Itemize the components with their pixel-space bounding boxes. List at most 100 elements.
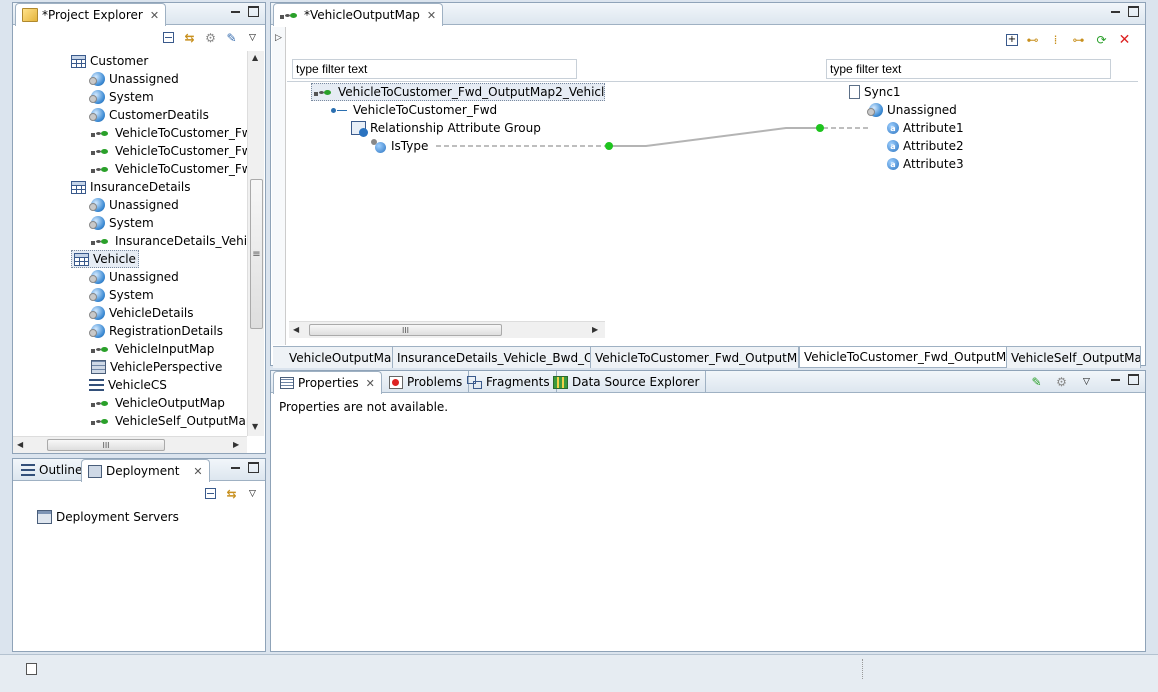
filter-icon[interactable]: ⚙ (1053, 373, 1070, 390)
target-item-label: Attribute2 (903, 139, 964, 153)
window-buttons (230, 462, 259, 473)
project-tree-vscrollbar[interactable]: ▲ ≡ ▼ (247, 51, 264, 436)
page-tab[interactable]: VehicleToCustomer_Fwd_OutputMa... (591, 347, 799, 368)
filter-icon[interactable]: ⚙ (202, 29, 219, 46)
map-icon (91, 127, 111, 139)
tree-item[interactable]: VehicleSelf_OutputMap (91, 412, 247, 430)
perspective-icon (91, 360, 106, 374)
minimize-icon[interactable] (230, 462, 241, 473)
tab-outline[interactable]: Outline (15, 459, 90, 481)
minimize-icon[interactable] (230, 6, 241, 17)
tree-item[interactable]: RegistrationDetails (89, 322, 223, 340)
maximize-icon[interactable] (248, 462, 259, 473)
target-item-sync1[interactable]: Sync1 (849, 83, 901, 101)
tree-item[interactable]: VehicleCS (89, 376, 167, 394)
target-connector-handle[interactable] (816, 124, 824, 132)
scroll-left-icon[interactable]: ◀ (17, 440, 23, 449)
collapse-all-icon[interactable] (160, 29, 177, 46)
tab-data-source-explorer[interactable]: Data Source Explorer (547, 371, 707, 393)
source-tree-hscrollbar[interactable]: ◀ III ▶ (289, 321, 605, 338)
tree-item[interactable]: VehiclePerspective (91, 358, 222, 376)
tab-deployment[interactable]: Deployment ✕ (81, 459, 210, 482)
page-tab[interactable]: VehicleOutputMap (285, 347, 393, 368)
maximize-icon[interactable] (248, 6, 259, 17)
collapse-all-icon[interactable] (202, 485, 219, 502)
tree-item-label: InsuranceDetails (90, 180, 191, 194)
tree-item[interactable]: VehicleOutputMap (91, 394, 225, 412)
tree-item[interactable]: VehicleInputMap (91, 340, 214, 358)
target-item-unassigned[interactable]: Unassigned (867, 101, 957, 119)
tree-item[interactable]: InsuranceDetails_Vehicle_ (91, 232, 247, 250)
tree-item[interactable]: System (89, 88, 154, 106)
table-icon (71, 180, 86, 194)
scroll-left-icon[interactable]: ◀ (293, 325, 299, 334)
pin-icon[interactable]: ✎ (223, 29, 240, 46)
hscroll-thumb[interactable]: III (47, 439, 165, 451)
tree-item[interactable]: Customer (71, 52, 148, 70)
tree-item[interactable]: Vehicle (71, 250, 139, 268)
tree-item[interactable]: CustomerDeatils (89, 106, 209, 124)
minimize-icon[interactable] (1110, 374, 1121, 385)
problems-icon (389, 375, 403, 389)
tree-item[interactable]: VehicleToCustomer_Fwd_ (91, 124, 247, 142)
output-map-icon (91, 235, 111, 247)
target-item-attribute3[interactable]: a Attribute3 (887, 155, 964, 173)
scroll-thumb[interactable]: ≡ (250, 179, 263, 329)
tab-properties[interactable]: Properties ✕ (273, 371, 382, 394)
tree-item[interactable]: InsuranceDetails (71, 178, 190, 196)
project-tree-hscrollbar[interactable]: ◀ III ▶ (13, 436, 247, 453)
link-editor-icon[interactable]: ⇆ (181, 29, 198, 46)
sphere-icon (89, 108, 105, 122)
tree-item[interactable]: VehicleToCustomer_Fwd_ (91, 160, 247, 178)
close-icon[interactable]: ✕ (193, 465, 202, 478)
properties-panel: Properties ✕ Problems Fragments Data Sou… (270, 370, 1146, 652)
project-explorer-toolbar: ⇆ ⚙ ✎ ▽ (160, 29, 261, 46)
tree-item[interactable]: System (89, 214, 154, 232)
pin-view-icon[interactable]: ✎ (1028, 373, 1045, 390)
tree-item-deployment-servers[interactable]: Deployment Servers (37, 508, 179, 526)
tree-item[interactable]: VehicleDetails (89, 304, 194, 322)
page-tab[interactable]: InsuranceDetails_Vehicle_Bwd_Ou... (393, 347, 591, 368)
tree-item-label: InsuranceDetails_Vehicle_ (115, 234, 247, 248)
close-icon[interactable]: ✕ (150, 9, 159, 22)
page-tab-active[interactable]: VehicleToCustomer_Fwd_OutputMa... (799, 347, 1007, 368)
page-tab-label: InsuranceDetails_Vehicle_Bwd_Ou... (397, 350, 590, 365)
project-tree: Customer Unassigned System CustomerDeatils V… (13, 51, 247, 436)
link-editor-icon[interactable]: ⇆ (223, 485, 240, 502)
deployment-title: Deployment (106, 464, 180, 478)
tab-fragments[interactable]: Fragments (461, 371, 557, 393)
tree-item[interactable]: Unassigned (89, 268, 179, 286)
sphere-icon (89, 198, 105, 212)
tree-item[interactable]: System (89, 286, 154, 304)
tree-item[interactable]: Unassigned (89, 70, 179, 88)
problems-tab-label: Problems (407, 375, 463, 389)
target-item-attribute1[interactable]: a Attribute1 (887, 119, 964, 137)
fragments-icon (467, 375, 482, 389)
tree-item-label: VehicleToCustomer_Fwd_ (115, 144, 247, 158)
view-menu-icon[interactable]: ▽ (244, 485, 261, 502)
tab-project-explorer[interactable]: *Project Explorer ✕ (15, 3, 167, 26)
source-connector-handle[interactable] (605, 142, 613, 150)
sphere-icon (89, 324, 105, 338)
close-icon[interactable]: ✕ (366, 377, 375, 390)
scroll-down-icon[interactable]: ▼ (252, 422, 258, 431)
scroll-right-icon[interactable]: ▶ (233, 440, 239, 449)
mapping-connector[interactable] (271, 3, 1141, 203)
view-menu-icon[interactable]: ▽ (1078, 373, 1095, 390)
sphere-icon (89, 306, 105, 320)
tree-item[interactable]: Unassigned (89, 196, 179, 214)
tab-problems[interactable]: Problems (383, 371, 470, 393)
page-tab[interactable]: VehicleSelf_OutputMap (1007, 347, 1141, 368)
scroll-right-icon[interactable]: ▶ (592, 325, 598, 334)
target-item-label: Attribute1 (903, 121, 964, 135)
view-menu-icon[interactable]: ▽ (244, 29, 261, 46)
maximize-icon[interactable] (1128, 374, 1139, 385)
scroll-up-icon[interactable]: ▲ (252, 53, 258, 62)
fast-view-icon[interactable] (26, 663, 37, 675)
deployment-icon (88, 464, 102, 478)
tree-item[interactable]: VehicleToCustomer_Fwd_ (91, 142, 247, 160)
deployment-tabbar: Outline Deployment ✕ (13, 459, 265, 482)
hscroll-thumb[interactable]: III (309, 324, 502, 336)
sphere-icon (89, 72, 105, 86)
target-item-attribute2[interactable]: a Attribute2 (887, 137, 964, 155)
